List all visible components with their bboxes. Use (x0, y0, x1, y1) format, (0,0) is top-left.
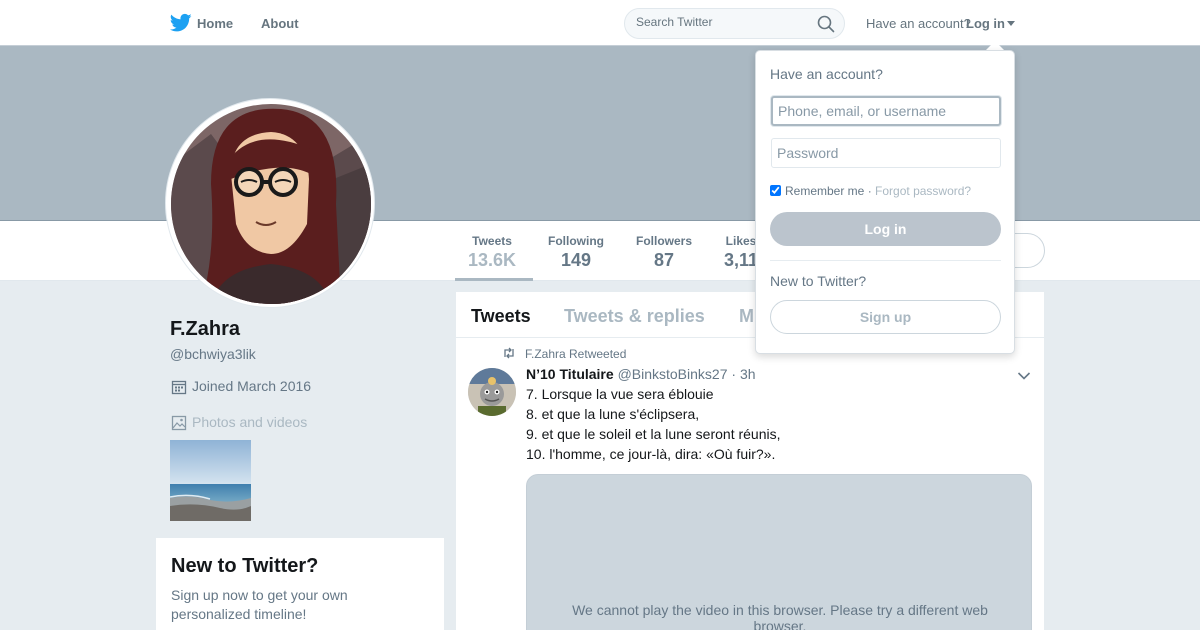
tweet-author-handle[interactable]: @BinkstoBinks27 (618, 366, 728, 382)
caret-down-icon[interactable] (1007, 21, 1015, 26)
stat-label: Followers (636, 234, 693, 248)
search-input[interactable] (636, 15, 806, 29)
signup-card-title: New to Twitter? (171, 555, 319, 577)
top-nav: Home About Have an account? Log in (0, 0, 1200, 46)
author-avatar-image (468, 368, 516, 416)
stat-following[interactable]: Following 149 (548, 234, 604, 271)
twitter-bird-icon[interactable] (170, 13, 192, 33)
search-box[interactable] (624, 8, 845, 39)
stat-value: 13.6K (468, 250, 517, 270)
photos-videos-label: Photos and videos (192, 414, 308, 430)
tab-tweets[interactable]: Tweets (471, 306, 531, 327)
stat-value: 87 (653, 250, 675, 270)
tweet-text-line: 9. et que le soleil et la lune seront ré… (526, 426, 781, 442)
username-field[interactable] (771, 96, 1001, 126)
password-field[interactable] (771, 138, 1001, 168)
tab-tweets-replies[interactable]: Tweets & replies (564, 306, 705, 327)
new-to-twitter-label: New to Twitter? (770, 273, 867, 289)
stat-label: Following (548, 234, 604, 248)
have-account-text: Have an account? (866, 16, 971, 31)
tweet-author-name[interactable]: N’10 Titulaire (526, 366, 614, 382)
stat-followers[interactable]: Followers 87 (636, 234, 692, 271)
stat-value: 3,11 (724, 250, 759, 270)
remember-row: Remember me · Forgot password? (770, 184, 971, 198)
stat-tweets[interactable]: Tweets 13.6K (468, 234, 516, 271)
media-thumbnail[interactable] (170, 440, 251, 521)
profile-handle: @bchwiya3lik (170, 346, 256, 362)
login-menu-link[interactable]: Log in (966, 16, 1005, 31)
profile-name: F.Zahra (170, 318, 241, 340)
signup-card-text: Sign up now to get your own personalized… (171, 587, 348, 622)
nav-about-link[interactable]: About (261, 16, 299, 31)
sea-photo (170, 440, 251, 521)
video-unsupported-message: We cannot play the video in this browser… (572, 602, 988, 630)
forgot-password-link[interactable]: Forgot password? (875, 184, 971, 198)
avatar-illustration (171, 104, 371, 304)
tweet-video-player[interactable]: We cannot play the video in this browser… (526, 474, 1032, 630)
tweet-text-line: 10. l'homme, ce jour-là, dira: «Où fuir?… (526, 446, 776, 462)
tweet-timestamp[interactable]: · 3h (731, 366, 755, 382)
dropdown-divider (770, 260, 1001, 261)
separator-dot: · (867, 184, 872, 198)
signup-card: New to Twitter? Sign up now to get your … (156, 538, 444, 630)
stat-likes[interactable]: Likes 3,11 (724, 234, 758, 271)
signup-button[interactable]: Sign up (770, 300, 1001, 334)
tweet-header: N’10 Titulaire @BinkstoBinks27 · 3h (526, 366, 756, 382)
tweet-text-line: 8. et que la lune s'éclipsera, (526, 406, 700, 422)
dropdown-title: Have an account? (770, 66, 883, 82)
tweet-text-line: 7. Lorsque la vue sera éblouie (526, 386, 714, 402)
chevron-down-icon[interactable] (1017, 371, 1031, 381)
stat-label: Tweets (472, 234, 512, 248)
retweet-icon (504, 347, 514, 359)
active-stat-underline (455, 278, 533, 281)
dropdown-arrow (986, 41, 1004, 50)
profile-avatar[interactable] (165, 98, 375, 308)
login-dropdown: Have an account? Remember me · Forgot pa… (755, 50, 1015, 354)
remember-me-label[interactable]: Remember me (785, 184, 864, 198)
retweeted-by-label[interactable]: F.Zahra Retweeted (525, 347, 626, 361)
stat-label: Likes (725, 234, 757, 248)
calendar-icon (171, 380, 187, 395)
image-icon (171, 415, 187, 431)
search-icon[interactable] (817, 15, 835, 33)
login-button[interactable]: Log in (770, 212, 1001, 246)
stat-value: 149 (560, 250, 592, 270)
tweet-author-avatar[interactable] (468, 368, 516, 416)
nav-home-link[interactable]: Home (197, 16, 233, 31)
joined-text: Joined March 2016 (192, 378, 312, 394)
remember-me-checkbox[interactable] (770, 185, 781, 196)
tab-media[interactable]: M (739, 306, 754, 327)
